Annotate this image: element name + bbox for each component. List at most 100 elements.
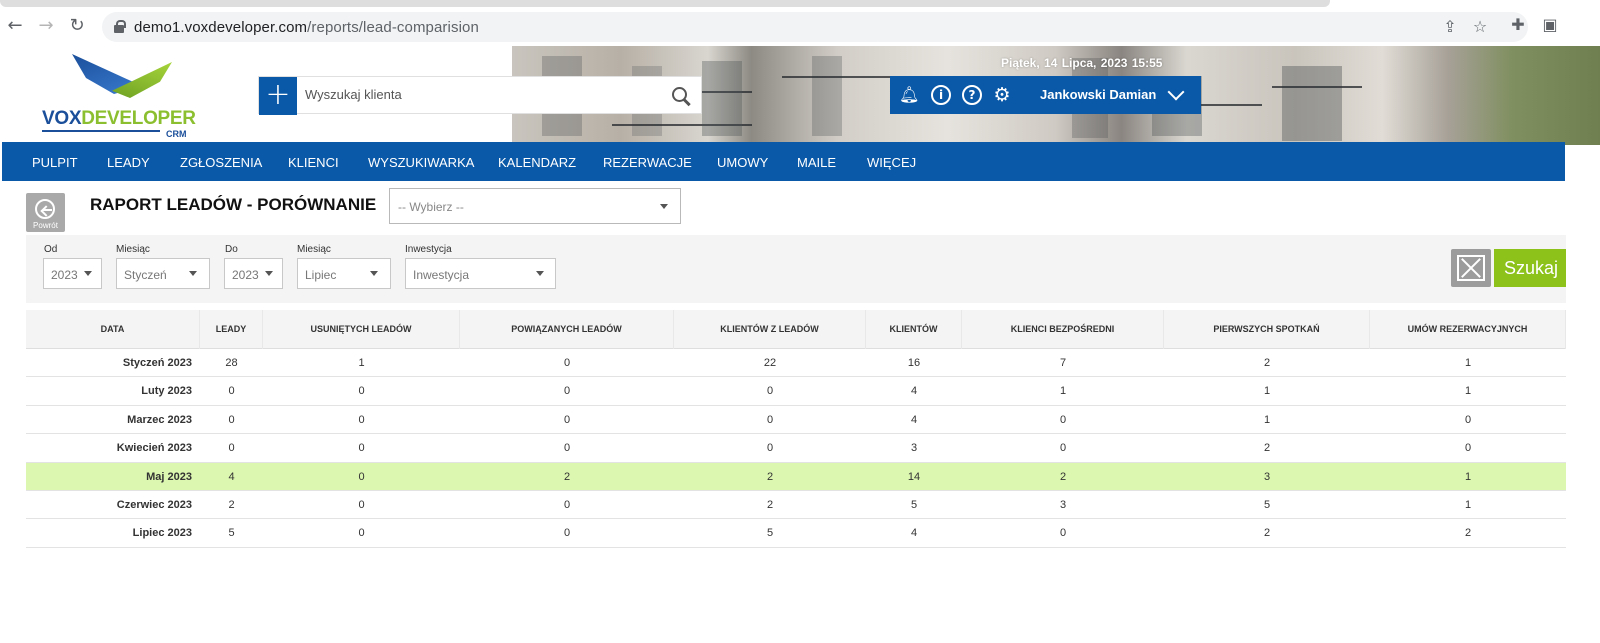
do-label: Do — [225, 244, 238, 255]
row-date-cell: Styczeń 2023 — [122, 357, 192, 369]
investment-label: Inwestycja — [405, 244, 452, 255]
table-row: Lipiec 2023 5 0 0 5 4 0 2 2 — [26, 519, 1566, 548]
nav-klienci[interactable]: KLIENCI — [288, 155, 339, 170]
table-cell: 0 — [228, 385, 235, 398]
lead-comparison-table: DATA LEADY USUNIĘTYCH LEADÓW POWIĄZANYCH LE… — [26, 310, 1566, 548]
address-bar[interactable]: demo1.voxdeveloper.com/reports/lead-comp… — [102, 12, 1528, 42]
row-date-cell: Luty 2023 — [141, 385, 192, 398]
info-icon[interactable]: i — [931, 85, 951, 105]
od-month-select[interactable]: Styczeń — [116, 258, 210, 289]
do-year-value: 2023 — [232, 268, 259, 282]
table-cell: 0 — [358, 413, 365, 426]
table-cell: 28 — [225, 357, 238, 369]
filter-panel: Od 2023 Miesiąc Styczeń Do 2023 Miesiąc … — [26, 235, 1566, 303]
user-name[interactable]: Jankowski Damian — [1040, 87, 1156, 102]
nav-wiecej[interactable]: WIĘCEJ — [867, 155, 916, 170]
column-header[interactable]: POWIĄZANYCH LEADÓW — [460, 310, 674, 349]
nav-zgloszenia[interactable]: ZGŁOSZENIA — [180, 155, 262, 170]
page-title: RAPORT LEADÓW - PORÓWNANIE — [90, 195, 377, 214]
table-cell: 2 — [1059, 470, 1067, 483]
nav-wyszukiwarka[interactable]: WYSZUKIWARKA — [368, 155, 474, 170]
search-button[interactable]: Szukaj — [1494, 249, 1566, 287]
tab-strip — [0, 0, 1330, 7]
column-header[interactable]: DATA — [26, 310, 200, 349]
caret-down-icon — [84, 271, 92, 276]
browser-chrome: ← → ↻ demo1.voxdeveloper.com/reports/lea… — [0, 0, 1600, 46]
table-cell: 0 — [1059, 413, 1067, 426]
help-icon[interactable]: ? — [962, 85, 982, 105]
row-date-cell: Kwiecień 2023 — [116, 442, 192, 455]
reload-icon[interactable]: ↻ — [66, 15, 88, 37]
do-month-select[interactable]: Lipiec — [297, 258, 391, 289]
chevron-down-icon[interactable] — [1167, 83, 1185, 101]
main-navigation: PULPIT LEADY ZGŁOSZENIA KLIENCI WYSZUKIW… — [2, 142, 1565, 181]
back-button[interactable]: Powrót — [26, 193, 65, 232]
table-cell: 0 — [358, 527, 365, 540]
row-date-cell: Czerwiec 2023 — [116, 498, 192, 511]
table-cell: 0 — [563, 498, 571, 511]
investment-value: Inwestycja — [413, 268, 470, 282]
table-body: Styczeń 2023 28 1 0 22 16 7 2 1 Luty 2023 0 0 0 0 4 1 1 1… — [26, 349, 1566, 548]
table-cell: 0 — [358, 498, 365, 511]
table-cell: 0 — [563, 413, 571, 426]
forward-arrow-icon[interactable]: → — [35, 15, 57, 37]
bookmark-star-icon[interactable]: ☆ — [1470, 17, 1490, 37]
caret-down-icon — [536, 271, 544, 276]
table-cell: 1 — [1464, 357, 1472, 369]
gear-icon[interactable]: ⚙ — [992, 85, 1012, 105]
client-search-input[interactable] — [305, 87, 655, 102]
nav-maile[interactable]: MAILE — [797, 155, 836, 170]
table-row: Kwiecień 2023 0 0 0 0 3 0 2 0 — [26, 434, 1566, 463]
caret-down-icon — [189, 271, 197, 276]
table-cell: 22 — [763, 357, 777, 369]
od-year-select[interactable]: 2023 — [43, 258, 102, 289]
export-excel-button[interactable] — [1451, 249, 1491, 287]
bell-icon[interactable]: 🔔︎ — [899, 85, 919, 105]
nav-umowy[interactable]: UMOWY — [717, 155, 768, 170]
table-cell: 2 — [1263, 357, 1271, 369]
table-cell: 0 — [766, 413, 774, 426]
table-cell: 0 — [1059, 442, 1067, 455]
search-icon[interactable] — [671, 86, 691, 106]
table-cell: 4 — [910, 413, 918, 426]
logo-crm: CRM — [166, 129, 187, 139]
table-cell: 4 — [228, 470, 235, 483]
header-banner: VOXDEVELOPER CRM — [2, 46, 1600, 145]
nav-leady[interactable]: LEADY — [107, 155, 150, 170]
table-cell: 14 — [907, 470, 921, 483]
table-cell: 3 — [910, 442, 918, 455]
table-cell: 4 — [910, 385, 918, 398]
nav-kalendarz[interactable]: KALENDARZ — [498, 155, 576, 170]
column-header[interactable]: USUNIĘTYCH LEADÓW — [263, 310, 460, 349]
table-header: DATA LEADY USUNIĘTYCH LEADÓW POWIĄZANYCH LE… — [26, 310, 1566, 349]
table-cell: 0 — [1059, 527, 1067, 540]
nav-rezerwacje[interactable]: REZERWACJE — [603, 155, 692, 170]
column-header[interactable]: KLIENTÓW Z LEADÓW — [674, 310, 866, 349]
voxdeveloper-logo[interactable]: VOXDEVELOPER CRM — [42, 52, 202, 140]
do-month-value: Lipiec — [305, 268, 337, 282]
logo-wordmark: VOXDEVELOPER — [42, 108, 196, 129]
lock-icon — [114, 20, 126, 33]
column-header[interactable]: KLIENTÓW — [866, 310, 962, 349]
column-header[interactable]: UMÓW REZERWACYJNYCH — [1370, 310, 1566, 349]
nav-pulpit[interactable]: PULPIT — [32, 155, 78, 170]
column-header[interactable]: LEADY — [200, 310, 263, 349]
investment-select[interactable]: Inwestycja — [405, 258, 556, 289]
column-header[interactable]: PIERWSZYCH SPOTKAŃ — [1164, 310, 1370, 349]
table-cell: 7 — [1059, 357, 1067, 369]
column-header[interactable]: KLIENCI BEZPOŚREDNI — [962, 310, 1164, 349]
table-cell: 0 — [563, 357, 571, 369]
table-cell: 1 — [1464, 470, 1472, 483]
do-year-select[interactable]: 2023 — [224, 258, 283, 289]
table-cell: 0 — [1464, 413, 1472, 426]
table-cell: 1 — [1059, 385, 1067, 398]
share-icon[interactable]: ⇪ — [1440, 17, 1460, 37]
row-date-cell: Marzec 2023 — [127, 413, 192, 426]
extensions-icon[interactable]: ✚ — [1508, 15, 1528, 35]
back-arrow-icon[interactable]: ← — [4, 15, 26, 37]
sidebar-toggle-icon[interactable]: ▣ — [1540, 15, 1560, 35]
report-select[interactable]: -- Wybierz -- — [389, 188, 681, 224]
table-cell: 0 — [766, 385, 774, 398]
plus-icon[interactable]: + — [259, 77, 297, 115]
table-cell: 2 — [1263, 527, 1271, 540]
